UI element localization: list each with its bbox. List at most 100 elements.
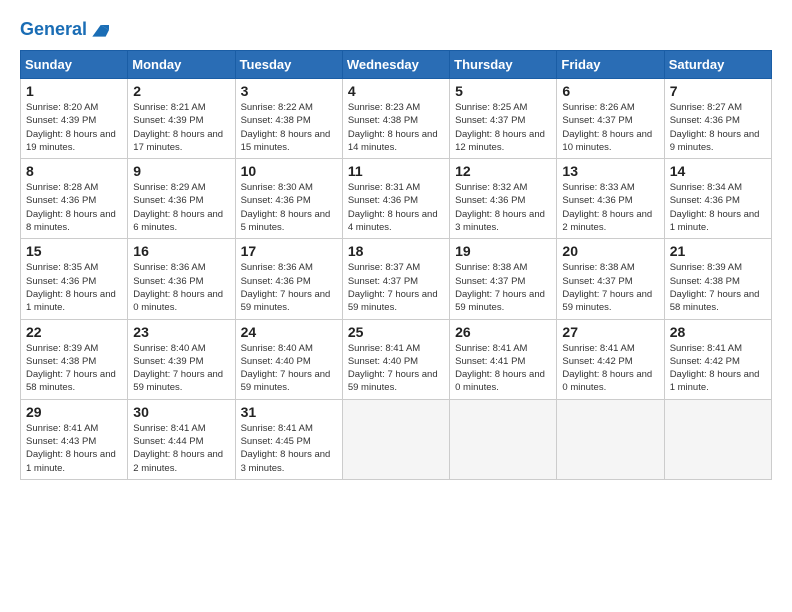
cell-info: Sunrise: 8:28 AM Sunset: 4:36 PM Dayligh…	[26, 181, 122, 234]
day-number: 2	[133, 83, 229, 99]
day-number: 18	[348, 243, 444, 259]
day-number: 25	[348, 324, 444, 340]
cell-info: Sunrise: 8:41 AM Sunset: 4:41 PM Dayligh…	[455, 342, 551, 395]
calendar-week-3: 22 Sunrise: 8:39 AM Sunset: 4:38 PM Dayl…	[21, 319, 772, 399]
day-number: 4	[348, 83, 444, 99]
calendar-cell: 4 Sunrise: 8:23 AM Sunset: 4:38 PM Dayli…	[342, 79, 449, 159]
calendar-cell: 31 Sunrise: 8:41 AM Sunset: 4:45 PM Dayl…	[235, 399, 342, 479]
cell-info: Sunrise: 8:41 AM Sunset: 4:45 PM Dayligh…	[241, 422, 337, 475]
calendar-cell: 15 Sunrise: 8:35 AM Sunset: 4:36 PM Dayl…	[21, 239, 128, 319]
cell-info: Sunrise: 8:39 AM Sunset: 4:38 PM Dayligh…	[26, 342, 122, 395]
day-header-saturday: Saturday	[664, 51, 771, 79]
day-number: 8	[26, 163, 122, 179]
cell-info: Sunrise: 8:40 AM Sunset: 4:39 PM Dayligh…	[133, 342, 229, 395]
cell-info: Sunrise: 8:39 AM Sunset: 4:38 PM Dayligh…	[670, 261, 766, 314]
cell-info: Sunrise: 8:40 AM Sunset: 4:40 PM Dayligh…	[241, 342, 337, 395]
calendar-cell: 5 Sunrise: 8:25 AM Sunset: 4:37 PM Dayli…	[450, 79, 557, 159]
calendar-cell: 8 Sunrise: 8:28 AM Sunset: 4:36 PM Dayli…	[21, 159, 128, 239]
calendar-cell: 2 Sunrise: 8:21 AM Sunset: 4:39 PM Dayli…	[128, 79, 235, 159]
day-number: 24	[241, 324, 337, 340]
day-number: 23	[133, 324, 229, 340]
day-number: 17	[241, 243, 337, 259]
calendar-week-0: 1 Sunrise: 8:20 AM Sunset: 4:39 PM Dayli…	[21, 79, 772, 159]
logo-text: General	[20, 20, 87, 40]
calendar-cell: 29 Sunrise: 8:41 AM Sunset: 4:43 PM Dayl…	[21, 399, 128, 479]
calendar-cell: 19 Sunrise: 8:38 AM Sunset: 4:37 PM Dayl…	[450, 239, 557, 319]
day-number: 30	[133, 404, 229, 420]
day-number: 11	[348, 163, 444, 179]
day-number: 26	[455, 324, 551, 340]
cell-info: Sunrise: 8:37 AM Sunset: 4:37 PM Dayligh…	[348, 261, 444, 314]
cell-info: Sunrise: 8:31 AM Sunset: 4:36 PM Dayligh…	[348, 181, 444, 234]
day-number: 28	[670, 324, 766, 340]
day-number: 1	[26, 83, 122, 99]
cell-info: Sunrise: 8:35 AM Sunset: 4:36 PM Dayligh…	[26, 261, 122, 314]
day-number: 6	[562, 83, 658, 99]
cell-info: Sunrise: 8:33 AM Sunset: 4:36 PM Dayligh…	[562, 181, 658, 234]
calendar-cell: 14 Sunrise: 8:34 AM Sunset: 4:36 PM Dayl…	[664, 159, 771, 239]
day-number: 12	[455, 163, 551, 179]
calendar-cell: 20 Sunrise: 8:38 AM Sunset: 4:37 PM Dayl…	[557, 239, 664, 319]
calendar-cell: 18 Sunrise: 8:37 AM Sunset: 4:37 PM Dayl…	[342, 239, 449, 319]
calendar-week-4: 29 Sunrise: 8:41 AM Sunset: 4:43 PM Dayl…	[21, 399, 772, 479]
day-number: 22	[26, 324, 122, 340]
day-number: 7	[670, 83, 766, 99]
day-header-tuesday: Tuesday	[235, 51, 342, 79]
calendar-cell: 30 Sunrise: 8:41 AM Sunset: 4:44 PM Dayl…	[128, 399, 235, 479]
calendar-week-1: 8 Sunrise: 8:28 AM Sunset: 4:36 PM Dayli…	[21, 159, 772, 239]
cell-info: Sunrise: 8:41 AM Sunset: 4:43 PM Dayligh…	[26, 422, 122, 475]
cell-info: Sunrise: 8:41 AM Sunset: 4:44 PM Dayligh…	[133, 422, 229, 475]
calendar-cell: 28 Sunrise: 8:41 AM Sunset: 4:42 PM Dayl…	[664, 319, 771, 399]
day-number: 5	[455, 83, 551, 99]
calendar-cell: 21 Sunrise: 8:39 AM Sunset: 4:38 PM Dayl…	[664, 239, 771, 319]
day-header-thursday: Thursday	[450, 51, 557, 79]
cell-info: Sunrise: 8:41 AM Sunset: 4:42 PM Dayligh…	[670, 342, 766, 395]
day-number: 27	[562, 324, 658, 340]
calendar-cell: 3 Sunrise: 8:22 AM Sunset: 4:38 PM Dayli…	[235, 79, 342, 159]
calendar-cell: 23 Sunrise: 8:40 AM Sunset: 4:39 PM Dayl…	[128, 319, 235, 399]
cell-info: Sunrise: 8:26 AM Sunset: 4:37 PM Dayligh…	[562, 101, 658, 154]
day-number: 20	[562, 243, 658, 259]
day-number: 10	[241, 163, 337, 179]
calendar-header-row: SundayMondayTuesdayWednesdayThursdayFrid…	[21, 51, 772, 79]
cell-info: Sunrise: 8:29 AM Sunset: 4:36 PM Dayligh…	[133, 181, 229, 234]
calendar-cell: 26 Sunrise: 8:41 AM Sunset: 4:41 PM Dayl…	[450, 319, 557, 399]
cell-info: Sunrise: 8:32 AM Sunset: 4:36 PM Dayligh…	[455, 181, 551, 234]
day-header-friday: Friday	[557, 51, 664, 79]
day-number: 29	[26, 404, 122, 420]
cell-info: Sunrise: 8:20 AM Sunset: 4:39 PM Dayligh…	[26, 101, 122, 154]
calendar-cell: 11 Sunrise: 8:31 AM Sunset: 4:36 PM Dayl…	[342, 159, 449, 239]
cell-info: Sunrise: 8:36 AM Sunset: 4:36 PM Dayligh…	[241, 261, 337, 314]
calendar-cell: 7 Sunrise: 8:27 AM Sunset: 4:36 PM Dayli…	[664, 79, 771, 159]
page-header: General	[20, 20, 772, 40]
calendar-cell: 17 Sunrise: 8:36 AM Sunset: 4:36 PM Dayl…	[235, 239, 342, 319]
day-number: 21	[670, 243, 766, 259]
cell-info: Sunrise: 8:41 AM Sunset: 4:42 PM Dayligh…	[562, 342, 658, 395]
calendar-cell: 25 Sunrise: 8:41 AM Sunset: 4:40 PM Dayl…	[342, 319, 449, 399]
calendar-cell: 12 Sunrise: 8:32 AM Sunset: 4:36 PM Dayl…	[450, 159, 557, 239]
day-number: 13	[562, 163, 658, 179]
calendar-cell: 10 Sunrise: 8:30 AM Sunset: 4:36 PM Dayl…	[235, 159, 342, 239]
day-number: 15	[26, 243, 122, 259]
logo: General	[20, 20, 109, 40]
day-number: 19	[455, 243, 551, 259]
calendar-week-2: 15 Sunrise: 8:35 AM Sunset: 4:36 PM Dayl…	[21, 239, 772, 319]
day-number: 16	[133, 243, 229, 259]
calendar-cell: 24 Sunrise: 8:40 AM Sunset: 4:40 PM Dayl…	[235, 319, 342, 399]
day-number: 9	[133, 163, 229, 179]
day-header-wednesday: Wednesday	[342, 51, 449, 79]
calendar-cell: 27 Sunrise: 8:41 AM Sunset: 4:42 PM Dayl…	[557, 319, 664, 399]
cell-info: Sunrise: 8:41 AM Sunset: 4:40 PM Dayligh…	[348, 342, 444, 395]
cell-info: Sunrise: 8:27 AM Sunset: 4:36 PM Dayligh…	[670, 101, 766, 154]
cell-info: Sunrise: 8:25 AM Sunset: 4:37 PM Dayligh…	[455, 101, 551, 154]
logo-icon	[89, 20, 109, 40]
calendar-cell: 6 Sunrise: 8:26 AM Sunset: 4:37 PM Dayli…	[557, 79, 664, 159]
cell-info: Sunrise: 8:36 AM Sunset: 4:36 PM Dayligh…	[133, 261, 229, 314]
day-number: 3	[241, 83, 337, 99]
cell-info: Sunrise: 8:23 AM Sunset: 4:38 PM Dayligh…	[348, 101, 444, 154]
cell-info: Sunrise: 8:22 AM Sunset: 4:38 PM Dayligh…	[241, 101, 337, 154]
calendar-cell	[664, 399, 771, 479]
cell-info: Sunrise: 8:21 AM Sunset: 4:39 PM Dayligh…	[133, 101, 229, 154]
calendar-cell	[557, 399, 664, 479]
calendar-cell: 13 Sunrise: 8:33 AM Sunset: 4:36 PM Dayl…	[557, 159, 664, 239]
